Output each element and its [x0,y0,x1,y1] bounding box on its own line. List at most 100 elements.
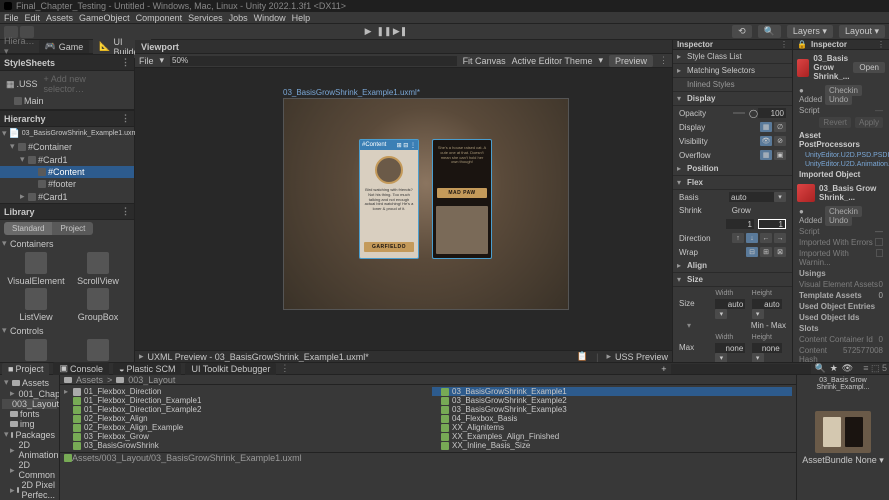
visibility-hidden-btn[interactable]: ⊘ [774,136,786,146]
assetbundle-dropdown[interactable]: None ▾ [855,455,884,465]
visibility-visible-btn[interactable]: 👁 [760,136,772,146]
display-flex-btn[interactable]: ▦ [760,122,772,132]
library-menu-icon[interactable]: ⋮ [121,206,130,217]
project-file-item[interactable]: 04_Flexbox_Basis [432,414,792,423]
size-height-field[interactable] [752,299,782,309]
overflow-hidden-btn[interactable]: ▣ [774,150,786,160]
active-theme-dropdown[interactable]: Active Editor Theme [512,56,593,66]
max-width-field[interactable] [715,343,745,353]
hierarchy-container[interactable]: ▾ #Container [0,140,134,153]
library-standard-toggle[interactable]: Standard [4,222,52,235]
project-tab[interactable]: ■ Project [2,363,49,375]
apply-button[interactable]: Apply [855,117,883,128]
project-breadcrumb[interactable]: Assets > 003_Layout [60,375,796,385]
layout-dropdown[interactable]: Layout ▾ [839,25,885,38]
project-file-item[interactable]: 03_BasisGrowShrink [64,441,424,450]
opacity-handle[interactable]: ◯ [749,109,758,118]
hierarchy-card1b[interactable]: ▸ #Card1 [0,190,134,203]
library-group-controls[interactable]: ▾ Controls [0,324,134,337]
size-width-field[interactable] [715,299,745,309]
play-button[interactable]: ▶ [362,26,374,38]
project-file-item[interactable]: XX_Examples_Align_Finished [432,432,792,441]
card-madpaw[interactable]: She's a house raised cat. A cute one at … [432,139,492,259]
stylesheets-header[interactable]: StyleSheets ⋮ [0,54,134,71]
display-none-btn[interactable]: ∅ [774,122,786,132]
library-header[interactable]: Library ⋮ [0,203,134,220]
project-file-item[interactable]: 03_BasisGrowShrink_Example1 [432,387,792,396]
pause-button[interactable]: ❚❚ [378,26,390,38]
lock-icon[interactable]: 🔒 [797,40,807,49]
library-group-containers[interactable]: ▾ Containers [0,237,134,250]
menu-file[interactable]: File [4,13,19,23]
style-class-list[interactable]: ▸Style Class List [673,50,792,64]
uxml-preview-title[interactable]: UXML Preview - 03_BasisGrowShrink_Exampl… [148,352,369,362]
menu-assets[interactable]: Assets [46,13,73,23]
matching-selectors[interactable]: ▸Matching Selectors [673,64,792,78]
menu-help[interactable]: Help [292,13,311,23]
project-file-item[interactable]: ▸01_Flexbox_Direction [64,387,424,396]
plastic-scm-tab[interactable]: ◒ Plastic SCM [113,363,181,375]
fit-canvas-button[interactable]: Fit Canvas [463,56,506,66]
selector-main[interactable]: Main [24,96,44,106]
add-icon[interactable]: + [661,364,666,374]
game-tab[interactable]: 🎮 Game [39,40,90,53]
project-folder-tree[interactable]: ▾Assets ▸ 001_Chapter_9 003_Layout fonts… [0,375,60,500]
align-section[interactable]: ▸Align [673,259,792,273]
revert-button[interactable]: Revert [819,117,851,128]
project-file-item[interactable]: 03_BasisGrowShrink_Example2 [432,396,792,405]
stylesheets-menu-icon[interactable]: ⋮ [121,57,130,68]
shrink-field[interactable] [726,219,754,229]
menu-gameobject[interactable]: GameObject [79,13,130,23]
library-groupbox[interactable]: GroupBox [68,288,128,322]
viewport-file-menu[interactable]: File [139,56,154,66]
grow-field[interactable] [758,219,786,229]
hierarchy-content[interactable]: #Content [0,166,134,178]
step-button[interactable]: ▶❚ [394,26,406,38]
menu-edit[interactable]: Edit [25,13,41,23]
display-section[interactable]: ▾Display [673,92,792,106]
undo-button[interactable]: Undo [825,94,852,105]
search-icon[interactable]: 🔍 [758,25,781,38]
undo-button[interactable]: Undo [825,215,852,226]
project-file-item[interactable]: 01_Flexbox_Direction_Example2 [64,405,424,414]
library-listview[interactable]: ListView [6,288,66,322]
viewport-canvas[interactable]: 03_BasisGrowShrink_Example1.uxml* #Conte… [135,68,672,350]
layers-dropdown[interactable]: Layers ▾ [787,25,833,38]
project-file-item[interactable]: XX_Alignitems [432,423,792,432]
favorite-icon[interactable]: ★ [830,363,838,374]
project-file-item[interactable]: 02_Flexbox_Align [64,414,424,423]
menu-jobs[interactable]: Jobs [229,13,248,23]
flex-section[interactable]: ▾Flex [673,176,792,190]
menu-services[interactable]: Services [188,13,223,23]
uitoolkit-debugger-tab[interactable]: UI Toolkit Debugger [185,363,276,375]
open-button[interactable]: Open [853,62,885,73]
postprocessor-item[interactable]: UnityEditor.U2D.PSD.PSDImpo... [805,152,889,159]
project-file-item[interactable]: 02_Flexbox_Align_Example [64,423,424,432]
preview-toggle[interactable]: Preview [609,55,653,67]
max-height-field[interactable] [752,343,782,353]
menu-window[interactable]: Window [254,13,286,23]
menu-component[interactable]: Component [136,13,183,23]
inspector-menu-icon[interactable]: ⋮ [780,40,788,49]
project-file-item[interactable]: XX_Inline_Basis_Size [432,441,792,450]
project-file-item[interactable]: 01_Flexbox_Direction_Example1 [64,396,424,405]
right-inspector-menu-icon[interactable]: ⋮ [877,40,885,49]
basis-unit-dropdown[interactable]: ▾ [774,192,786,202]
flex-basis-field[interactable] [729,192,774,202]
position-section[interactable]: ▸Position [673,162,792,176]
library-visualelement[interactable]: VisualElement [6,252,66,286]
hierarchy-menu-icon[interactable]: ⋮ [121,113,130,124]
size-section[interactable]: ▾Size [673,273,792,287]
hierarchy-root[interactable]: ▾📄 03_BasisGrowShrink_Example1.uxml [0,127,134,140]
project-file-item[interactable]: 03_BasisGrowShrink_Example3 [432,405,792,414]
card-garfieldo[interactable]: #Content⊞ ⊟ ⋮ Bird watching with friends… [359,139,419,259]
hidden-icon[interactable]: 👁 [842,363,853,374]
library-project-toggle[interactable]: Project [52,222,93,235]
overflow-visible-btn[interactable]: ▦ [760,150,772,160]
postprocessor-item[interactable]: UnityEditor.U2D.Animation.Sprit... [805,161,889,168]
viewport-menu-icon[interactable]: ⋮ [659,55,668,66]
opacity-field[interactable] [758,108,786,118]
hierarchy-header[interactable]: Hierarchy ⋮ [0,110,134,127]
project-tabs-menu-icon[interactable]: ⋮ [280,363,289,374]
undo-history-icon[interactable]: ⟲ [732,25,752,38]
